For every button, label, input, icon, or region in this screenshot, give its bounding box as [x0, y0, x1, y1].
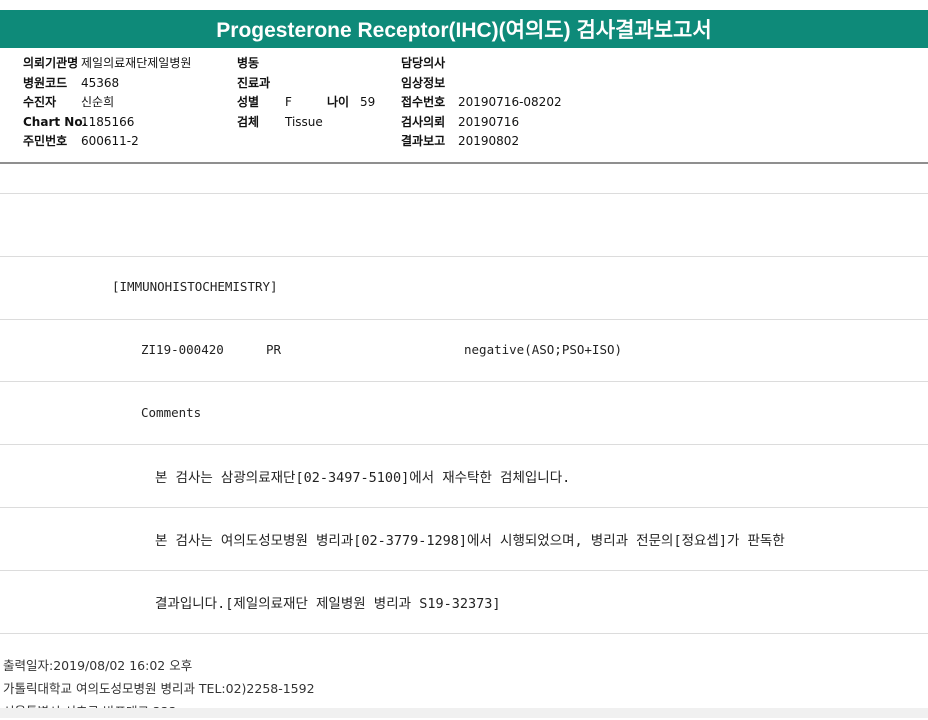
- section-heading: [IMMUNOHISTOCHEMISTRY]: [112, 279, 278, 294]
- comment-line: 결과입니다.[제일의료재단 제일병원 병리과 S19-32373]: [155, 596, 501, 612]
- sex-label: 성별: [237, 95, 260, 109]
- bottom-scroll-area: [0, 708, 928, 718]
- patient-info-col2: 병동 진료과 성별 F 나이 59 검체 Tissue: [237, 54, 375, 132]
- comment-line: 본 검사는 여의도성모병원 병리과[02-3779-1298]에서 시행되었으며…: [155, 533, 785, 549]
- rule-line: [0, 193, 928, 194]
- info-value: 20190716-08202: [458, 95, 562, 109]
- rule-line: [0, 256, 928, 257]
- info-value: 신순희: [81, 95, 115, 109]
- comments-label: Comments: [141, 405, 202, 420]
- info-value: 1185166: [81, 114, 135, 129]
- institution-info: 가톨릭대학교 여의도성모병원 병리과 TEL:02)2258-1592: [3, 681, 315, 696]
- info-label: 의뢰기관명: [23, 56, 79, 70]
- header-separator: [0, 162, 928, 164]
- test-code: ZI19-000420: [141, 342, 224, 357]
- patient-info-col3: 담당의사 임상정보 접수번호 20190716-08202 검사의뢰 2019071…: [401, 54, 562, 152]
- info-value: 제일의료재단제일병원: [81, 56, 192, 70]
- info-value: 600611-2: [81, 134, 139, 148]
- specimen-label: 검체: [237, 114, 260, 129]
- info-value: 20190716: [458, 114, 520, 129]
- report-title: Progesterone Receptor(IHC)(여의도) 검사결과보고서: [216, 19, 712, 42]
- print-date: 출력일자:2019/08/02 16:02 오후: [3, 658, 193, 673]
- age-value: 59: [360, 95, 376, 109]
- rule-line: [0, 570, 928, 571]
- rule-line: [0, 633, 928, 634]
- age-label: 나이: [327, 95, 350, 109]
- comment-line: 본 검사는 삼광의료재단[02-3497-5100]에서 재수탁한 검체입니다.: [155, 470, 571, 486]
- rule-line: [0, 444, 928, 445]
- specimen-value: Tissue: [285, 114, 323, 129]
- patient-info-col1: 의뢰기관명 제일의료재단제일병원 병원코드 45368 수진자 신순희 Chart N…: [23, 54, 191, 152]
- info-value: 45368: [81, 75, 120, 90]
- ward-label: 병동: [237, 56, 260, 70]
- info-label: 임상정보: [401, 75, 446, 90]
- info-label: 검사의뢰: [401, 114, 446, 129]
- info-label: 병원코드: [23, 75, 68, 90]
- info-label: Chart No.: [23, 114, 88, 129]
- info-label: 접수번호: [401, 95, 446, 109]
- test-name: PR: [266, 342, 282, 357]
- test-result: negative(ASO;PSO+ISO): [464, 342, 623, 357]
- rule-line: [0, 381, 928, 382]
- sex-value: F: [285, 95, 292, 109]
- report-title-bar: Progesterone Receptor(IHC)(여의도) 검사결과보고서: [0, 10, 928, 48]
- rule-line: [0, 507, 928, 508]
- info-label: 결과보고: [401, 134, 446, 148]
- info-label: 주민번호: [23, 134, 68, 148]
- info-value: 20190802: [458, 134, 520, 148]
- info-label: 수진자: [23, 95, 57, 109]
- dept-label: 진료과: [237, 75, 271, 90]
- info-label: 담당의사: [401, 56, 446, 70]
- rule-line: [0, 319, 928, 320]
